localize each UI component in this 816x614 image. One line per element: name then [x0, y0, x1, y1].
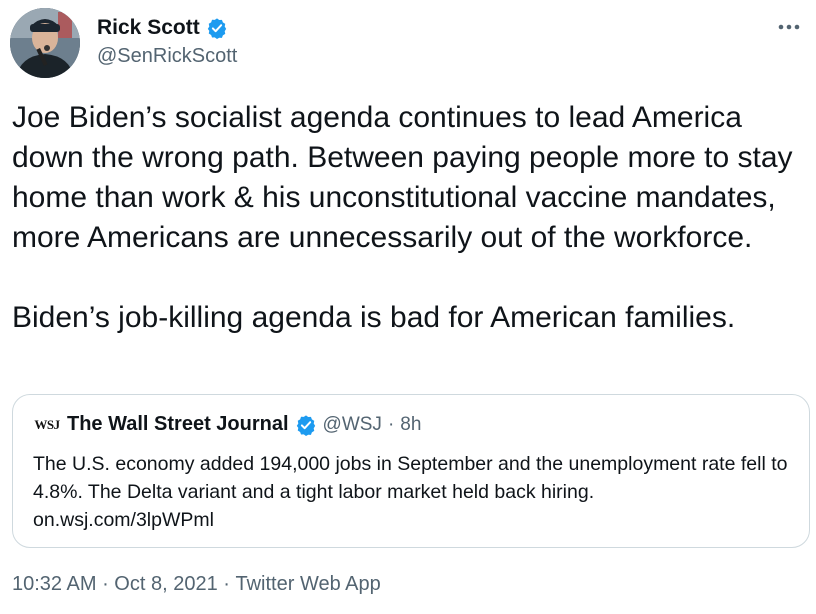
author-display-name[interactable]: Rick Scott: [97, 16, 200, 40]
tweet-time[interactable]: 10:32 AM: [12, 573, 97, 596]
quoted-tweet-body: The U.S. economy added 194,000 jobs in S…: [33, 453, 788, 503]
quoted-tweet-link[interactable]: on.wsj.com/3lpWPml: [33, 506, 793, 534]
verified-badge-icon: [206, 17, 228, 39]
verified-badge-icon: [295, 414, 317, 436]
author-avatar[interactable]: [10, 8, 80, 78]
author-name-row: Rick Scott: [97, 13, 228, 43]
profile-photo: [10, 8, 80, 78]
quoted-author-handle[interactable]: @WSJ: [323, 414, 382, 436]
tweet-paragraph-1: Joe Biden’s socialist agenda continues t…: [12, 101, 793, 254]
more-options-icon[interactable]: [774, 14, 804, 40]
author-handle[interactable]: @SenRickScott: [97, 45, 237, 68]
tweet-paragraph-2: Biden’s job-killing agenda is bad for Am…: [12, 301, 736, 334]
quoted-tweet-header: WSJ The Wall Street Journal @WSJ · 8h: [33, 413, 421, 436]
footer-separator: ·: [96, 573, 115, 595]
tweet-source[interactable]: Twitter Web App: [235, 573, 380, 596]
quoted-tweet[interactable]: WSJ The Wall Street Journal @WSJ · 8h Th…: [12, 394, 810, 548]
footer-separator: ·: [217, 573, 236, 595]
tweet-date[interactable]: Oct 8, 2021: [114, 573, 217, 596]
wsj-logo-icon: WSJ: [34, 416, 60, 432]
meta-separator: ·: [387, 413, 395, 435]
quoted-author-name[interactable]: The Wall Street Journal: [67, 413, 289, 436]
tweet-card: Rick Scott @SenRickScott Joe Biden’s soc…: [0, 0, 816, 614]
quoted-time-ago[interactable]: 8h: [400, 414, 421, 436]
tweet-footer: 10:32 AM · Oct 8, 2021 · Twitter Web App: [12, 573, 381, 596]
quoted-tweet-text: The U.S. economy added 194,000 jobs in S…: [33, 450, 793, 534]
tweet-text: Joe Biden’s socialist agenda continues t…: [12, 98, 812, 338]
